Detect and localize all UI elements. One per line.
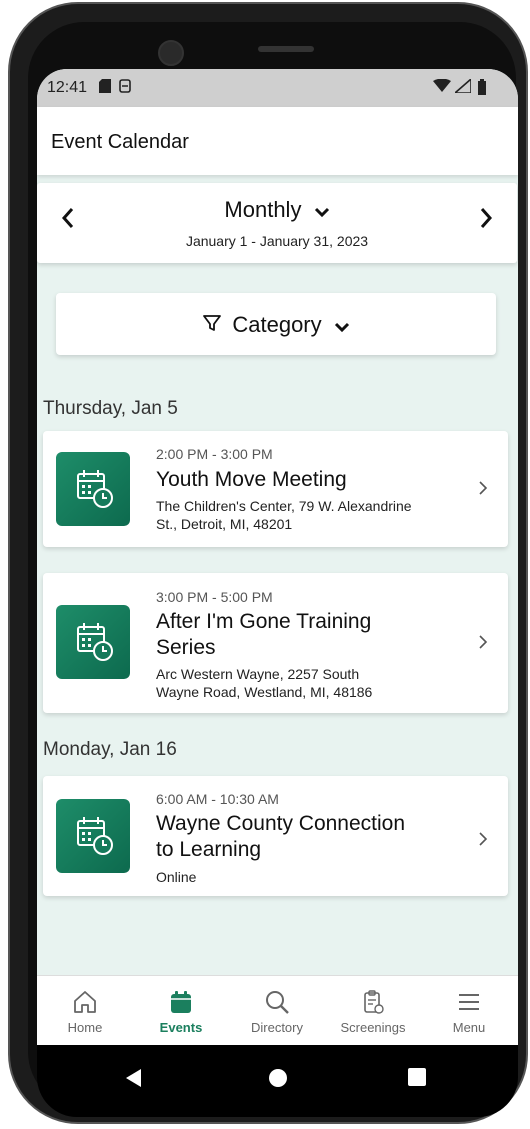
period-selector: Monthly January 1 - January 31, 2023 [37, 183, 517, 263]
period-mode-dropdown[interactable]: Monthly [37, 197, 517, 224]
chevron-down-icon [334, 313, 350, 339]
chevron-right-icon[interactable] [471, 205, 501, 236]
menu-icon [455, 988, 483, 1016]
event-title: Youth Move Meeting [156, 468, 347, 491]
calendar-clock-icon [56, 452, 130, 526]
nav-menu[interactable]: Menu [421, 976, 517, 1045]
nav-screenings[interactable]: Screenings [325, 976, 421, 1045]
event-card[interactable]: 2:00 PM - 3:00 PM Youth Move Meeting The… [43, 431, 508, 547]
battery-icon [477, 79, 487, 98]
nav-home[interactable]: Home [37, 976, 133, 1045]
day-header: Monday, Jan 16 [43, 739, 177, 760]
nav-events-label: Events [159, 1020, 203, 1035]
event-time: 3:00 PM - 5:00 PM [156, 589, 273, 605]
nav-home-label: Home [67, 1020, 103, 1035]
event-location: Online [156, 869, 197, 885]
system-navigation-bar [37, 1045, 518, 1117]
event-location: Arc Western Wayne, 2257 South Wayne Road… [156, 666, 373, 700]
period-mode-label: Monthly [224, 197, 302, 222]
event-time: 2:00 PM - 3:00 PM [156, 446, 273, 462]
back-icon[interactable] [123, 1067, 143, 1094]
category-label: Category [232, 312, 322, 337]
period-range: January 1 - January 31, 2023 [185, 233, 369, 249]
recents-icon[interactable] [407, 1067, 427, 1092]
event-title: After I'm Gone Training Series [156, 610, 372, 659]
calendar-clock-icon [56, 605, 130, 679]
event-time: 6:00 AM - 10:30 AM [156, 791, 279, 807]
event-card[interactable]: 6:00 AM - 10:30 AM Wayne County Connecti… [43, 776, 508, 896]
day-header: Thursday, Jan 5 [43, 398, 178, 419]
chevron-right-icon [478, 830, 488, 853]
app-screen: 12:41 Event Calendar Monthly January 1 -… [37, 69, 518, 1045]
event-location: The Children's Center, 79 W. Alexandrine… [156, 498, 412, 532]
chevron-down-icon [314, 198, 330, 224]
chevron-right-icon [478, 633, 488, 656]
front-camera [158, 40, 184, 66]
signal-icon [452, 77, 472, 96]
chevron-right-icon [478, 479, 488, 502]
clipboard-icon [359, 988, 387, 1016]
status-time: 12:41 [47, 79, 88, 96]
sim-icon [119, 79, 131, 96]
category-filter-button[interactable]: Category [56, 293, 496, 355]
nav-screenings-label: Screenings [340, 1020, 406, 1035]
earpiece-speaker [258, 46, 314, 52]
nav-directory-label: Directory [250, 1020, 303, 1035]
event-title: Wayne County Connection to Learning [156, 812, 406, 861]
app-bar: Event Calendar [37, 107, 518, 175]
wifi-icon [433, 78, 451, 96]
event-card[interactable]: 3:00 PM - 5:00 PM After I'm Gone Trainin… [43, 573, 508, 713]
nav-events[interactable]: Events [133, 976, 229, 1045]
page-title: Event Calendar [51, 131, 189, 153]
nav-menu-label: Menu [452, 1020, 486, 1035]
nav-directory[interactable]: Directory [229, 976, 325, 1045]
search-icon [263, 988, 291, 1016]
bottom-navigation: Home Events Directory Screenings Menu [37, 975, 518, 1045]
filter-icon [202, 313, 222, 339]
sd-card-icon [99, 79, 111, 96]
calendar-clock-icon [56, 799, 130, 873]
home-button-icon[interactable] [267, 1067, 289, 1094]
home-icon [71, 988, 99, 1016]
calendar-icon [167, 988, 195, 1016]
status-bar: 12:41 [37, 69, 518, 107]
